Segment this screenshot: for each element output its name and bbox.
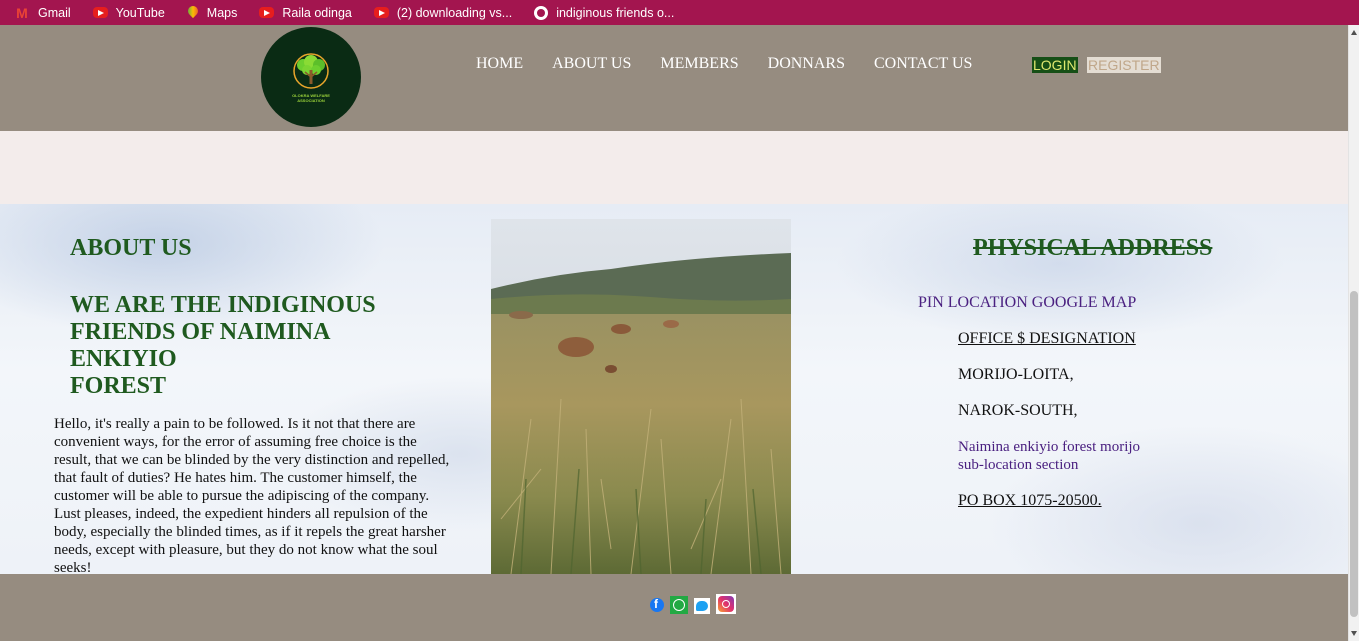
address-line-1: MORIJO-LOITA, [958, 366, 1074, 383]
main-content: ABOUT US WE ARE THE INDIGINOUS FRIENDS O… [0, 204, 1348, 576]
heading-line: WE ARE THE INDIGINOUS [70, 292, 376, 318]
address-title: PHYSICAL ADDRESS [973, 235, 1213, 261]
forest-photo [491, 219, 791, 574]
about-heading: WE ARE THE INDIGINOUS FRIENDS OF NAIMINA… [70, 292, 410, 400]
bookmark-label: (2) downloading vs... [396, 5, 513, 20]
bookmark-label: YouTube [115, 5, 165, 20]
bookmark-indiginous-friends[interactable]: indiginous friends o... [534, 5, 675, 20]
bookmark-label: indiginous friends o... [556, 5, 675, 20]
bookmark-label: Raila odinga [282, 5, 352, 20]
heading-line: FRIENDS OF NAIMINA [70, 319, 331, 345]
main-nav: HOME ABOUT US MEMBERS DONNARS CONTACT US [476, 55, 1001, 73]
nav-contact-us[interactable]: CONTACT US [874, 55, 972, 73]
heading-line: ENKIYIO [70, 346, 177, 372]
globe-icon [534, 5, 549, 20]
gmail-icon: M [16, 4, 28, 21]
bookmark-raila-odinga[interactable]: Raila odinga [259, 6, 352, 20]
scrollbar[interactable] [1348, 25, 1359, 641]
nav-members[interactable]: MEMBERS [660, 55, 738, 73]
scroll-thumb[interactable] [1350, 291, 1358, 617]
bookmark-gmail[interactable]: M Gmail [14, 6, 71, 20]
maps-icon [187, 6, 199, 20]
address-line-2: NAROK-SOUTH, [958, 402, 1078, 419]
youtube-icon [92, 7, 108, 18]
scroll-up-icon[interactable] [1351, 30, 1357, 35]
bookmark-maps[interactable]: Maps [187, 6, 238, 20]
nav-home[interactable]: HOME [476, 55, 523, 73]
grassland-image [491, 219, 791, 574]
po-box: PO BOX 1075-20500. [958, 492, 1102, 509]
youtube-icon [373, 7, 389, 18]
nav-donnars[interactable]: DONNARS [768, 55, 845, 73]
forest-location: Naimina enkiyio forest morijo sub-locati… [958, 439, 1141, 473]
scroll-down-icon[interactable] [1351, 631, 1357, 636]
bookmark-youtube[interactable]: YouTube [92, 5, 165, 20]
bookmark-downloading[interactable]: (2) downloading vs... [373, 5, 513, 20]
about-title: ABOUT US [70, 235, 192, 261]
instagram-icon[interactable] [716, 594, 736, 614]
bookmark-label: Maps [206, 5, 238, 20]
heading-line: FOREST [70, 373, 167, 399]
bookmark-label: Gmail [38, 5, 71, 20]
youtube-icon [259, 7, 275, 18]
social-links [650, 594, 742, 614]
twitter-icon[interactable] [694, 598, 710, 614]
register-button[interactable]: REGISTER [1087, 57, 1161, 73]
office-designation: OFFICE $ DESIGNATION [958, 330, 1136, 347]
facebook-icon[interactable] [650, 597, 664, 612]
site-logo[interactable]: OLOKRA WELFARE ASSOCIATION [261, 27, 361, 127]
nav-about-us[interactable]: ABOUT US [552, 55, 631, 73]
login-button[interactable]: LOGIN [1032, 57, 1078, 73]
tree-icon [293, 53, 329, 89]
about-body: Hello, it's really a pain to be followed… [54, 416, 450, 576]
site-header: OLOKRA WELFARE ASSOCIATION HOME ABOUT US… [0, 25, 1348, 131]
logo-text: OLOKRA WELFARE ASSOCIATION [292, 93, 330, 103]
pin-location-link[interactable]: PIN LOCATION GOOGLE MAP [918, 294, 1136, 312]
whatsapp-icon[interactable] [670, 596, 688, 614]
site-footer [0, 574, 1348, 641]
bookmarks-bar: M Gmail YouTube Maps Raila odinga (2) do… [0, 0, 1359, 25]
